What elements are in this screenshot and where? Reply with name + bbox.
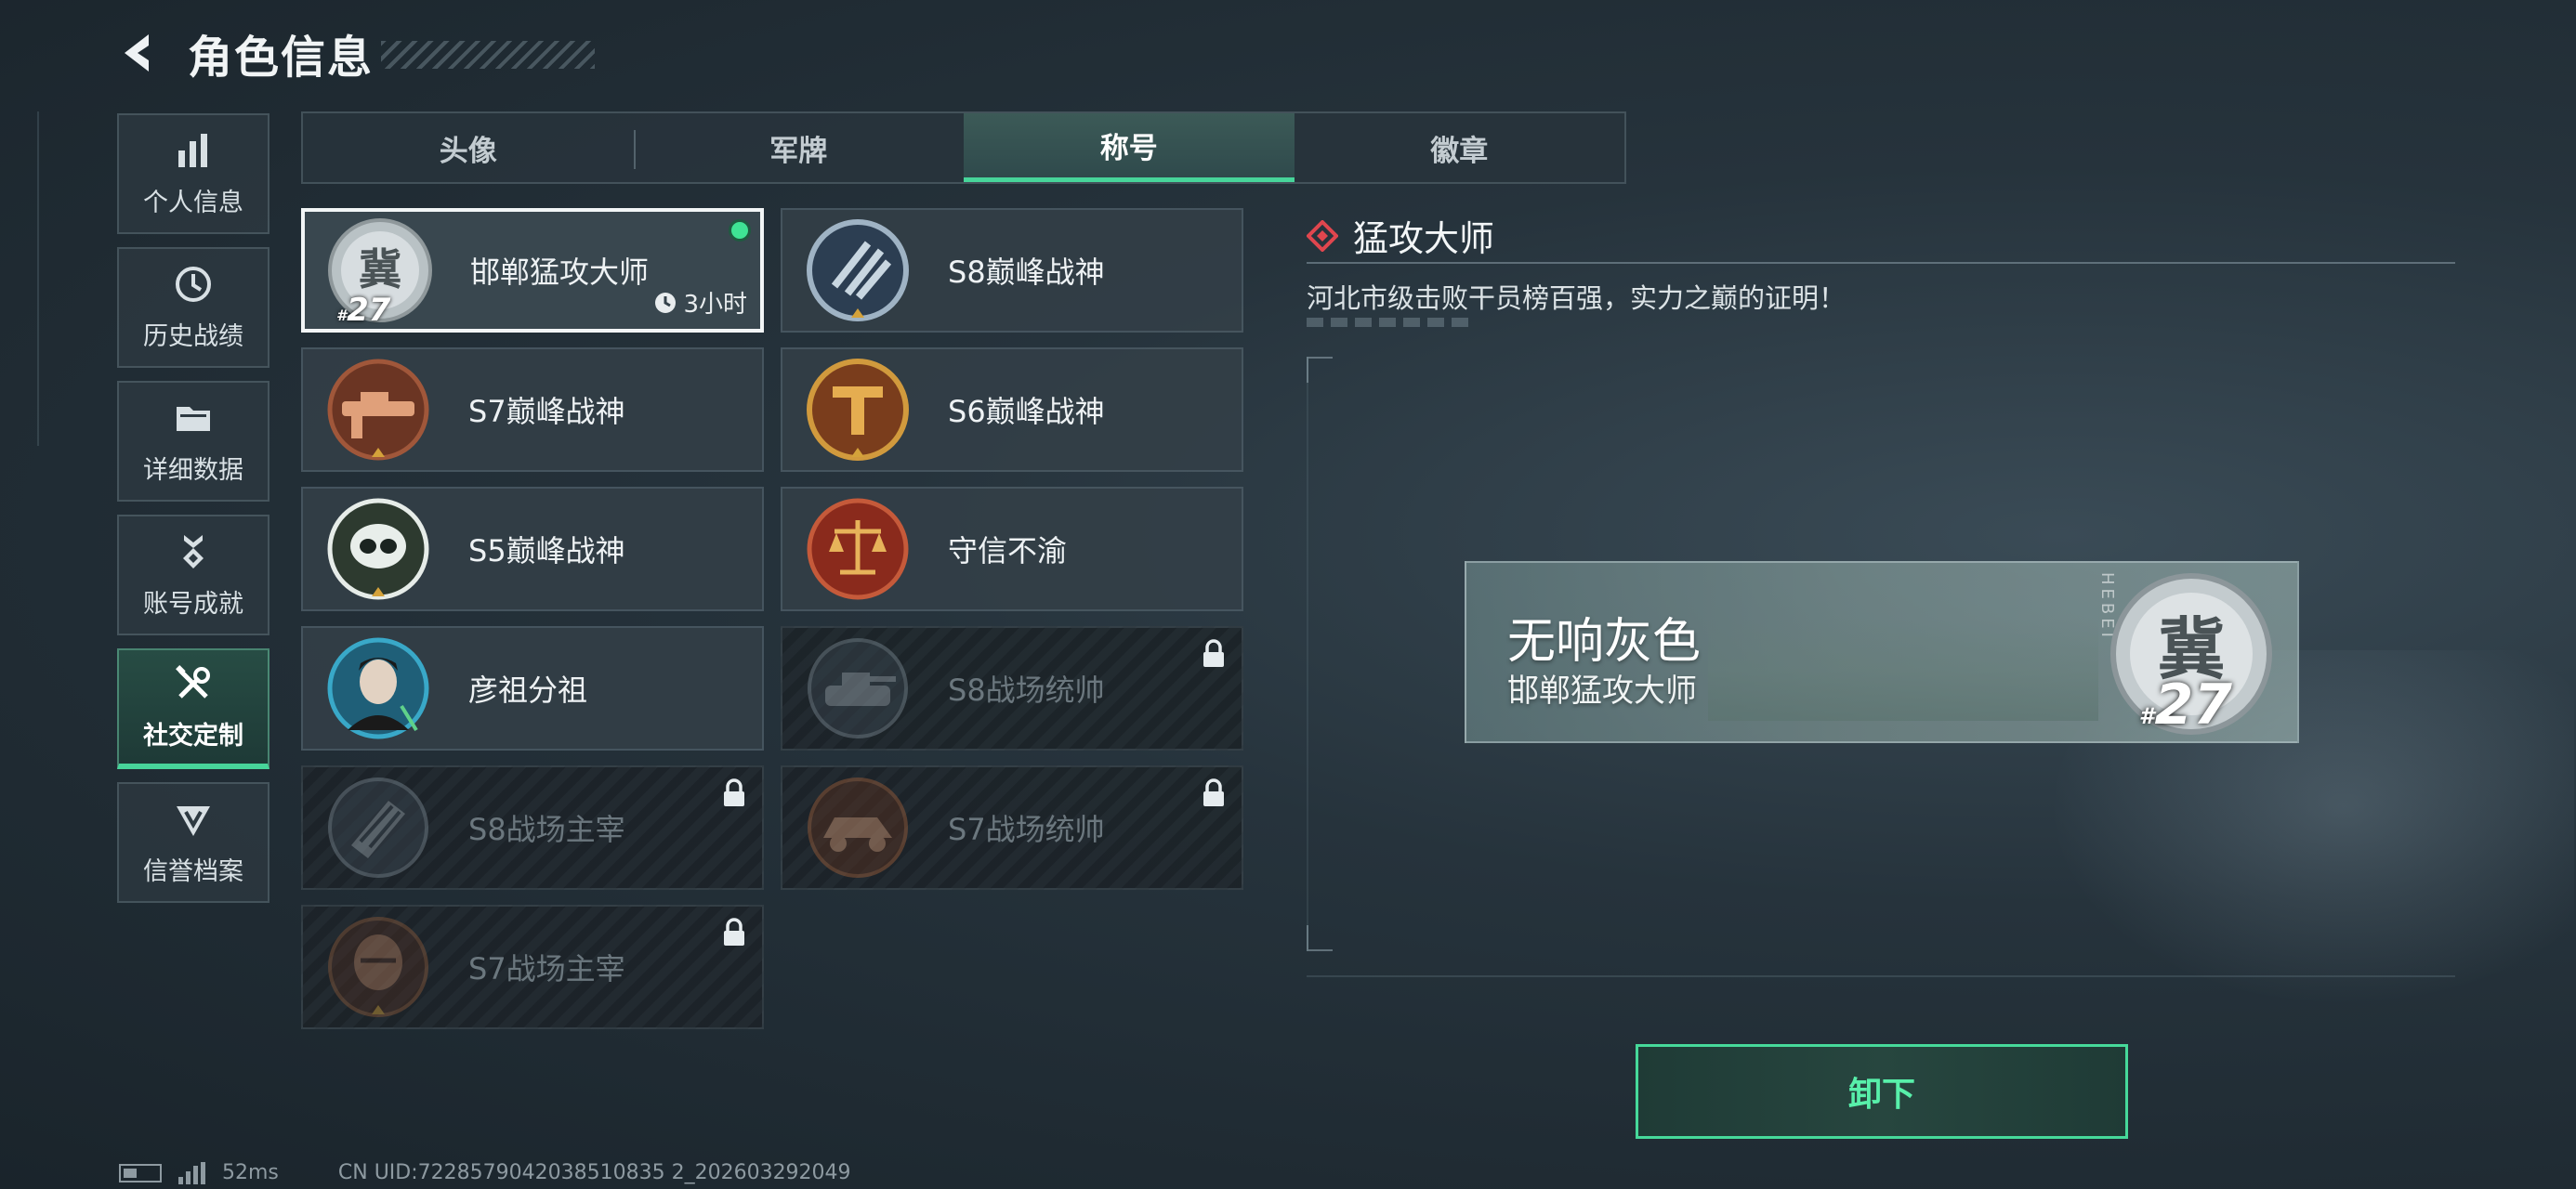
sidebar-item-detailed-data[interactable]: 详细数据 [117,381,269,502]
tank-emblem-icon [803,634,913,743]
title-name: S8战场统帅 [948,673,1105,708]
title-card[interactable]: 守信不渝 [781,487,1243,611]
sidebar-item-label: 详细数据 [143,455,243,485]
deco-line [1307,975,2455,977]
title-name: S7战场主宰 [468,951,625,986]
decoration-bar [1307,318,1474,327]
equipped-indicator [729,219,751,242]
bar-chart-icon [178,133,207,167]
sidebar-item-label: 个人信息 [143,188,243,217]
lock-icon [1203,778,1224,806]
unequip-button[interactable]: 卸下 [1636,1044,2128,1139]
tab-badge[interactable]: 徽章 [1295,113,1625,182]
category-tabs: 头像 军牌 称号 徽章 [301,111,1626,184]
armored-vehicle-emblem-icon [803,773,913,882]
warrior-emblem-icon [323,912,433,1022]
achievement-medal-icon [183,534,204,568]
title-card-locked[interactable]: S7战场主宰 [301,905,764,1029]
deco-line [37,111,39,446]
folder-icon [177,406,210,431]
battery-icon [119,1163,162,1182]
title-card[interactable]: S6巅峰战神 [781,347,1243,472]
sidebar: 个人信息 历史战绩 详细数据 账号成就 社交定制 信誉档案 [117,113,269,916]
portrait-emblem-icon [323,634,433,743]
frame-corner [1307,925,1333,951]
page-header: 角色信息 [112,20,374,85]
title-name: S8战场主宰 [468,812,625,847]
title-name: S5巅峰战神 [468,533,625,568]
nameplate-preview: HEBEI 无响灰色 邯郸猛攻大师 冀 #27 [1465,561,2299,743]
time-remaining: 3小时 [653,285,747,320]
lock-icon [724,918,744,946]
title-name: 彦祖分祖 [468,673,588,708]
back-button[interactable] [112,27,164,79]
title-name: S8巅峰战神 [948,255,1105,290]
sidebar-item-label: 信誉档案 [143,856,243,886]
hebei-emblem-icon: 冀 #27 [325,216,435,329]
signal-icon [178,1161,205,1184]
tab-dogtag[interactable]: 军牌 [633,113,965,182]
title-grid: 冀 #27 邯郸猛攻大师 3小时 S8巅峰战神 S7巅峰战神 S6巅峰战神 S5… [301,208,1243,1029]
title-card[interactable]: S7巅峰战神 [301,347,764,472]
back-arrow-icon [125,34,149,72]
clock-icon [655,292,677,313]
sidebar-item-label: 社交定制 [143,721,243,751]
title-card[interactable]: 彦祖分祖 [301,626,764,751]
scales-emblem-icon [803,494,913,604]
title-card[interactable]: S8巅峰战神 [781,208,1243,333]
sidebar-item-credit-record[interactable]: 信誉档案 [117,782,269,903]
lock-icon [1203,639,1224,667]
s6-peak-emblem-icon [803,355,913,464]
diamond-marker-icon [1307,219,1338,252]
nameplate-background-scene [1708,619,2098,721]
title-card-locked[interactable]: S7战场统帅 [781,765,1243,890]
tab-avatar[interactable]: 头像 [303,113,634,182]
player-name: 无响灰色 [1507,614,1702,670]
deco-line [1307,357,1308,951]
page-title: 角色信息 [188,32,375,84]
frame-corner [1307,357,1333,383]
detail-title: 猛攻大师 [1353,218,1495,259]
title-card[interactable]: 冀 #27 邯郸猛攻大师 3小时 [301,208,764,333]
wrench-screwdriver-icon [176,664,210,699]
sidebar-item-personal-info[interactable]: 个人信息 [117,113,269,234]
status-bar: 52ms CN UID:7228579042038510835 2_202603… [119,1161,851,1184]
s7-peak-emblem-icon [323,355,433,464]
credit-shield-icon [177,805,210,836]
rank-value: 27 [2154,673,2233,738]
emblem-glyph: 冀 [359,244,401,294]
nameplate-title: 邯郸猛攻大师 [1507,673,1697,710]
rocket-launcher-emblem-icon [323,773,433,882]
lock-icon [724,778,744,806]
sidebar-item-social-custom[interactable]: 社交定制 [117,648,269,769]
user-uid: CN UID:7228579042038510835 2_20260329204… [337,1161,851,1184]
ping-value: 52ms [222,1161,279,1184]
title-name: 守信不渝 [948,533,1068,568]
title-name: S7战场统帅 [948,812,1105,847]
divider [1307,262,2455,264]
history-clock-icon [176,266,211,302]
sidebar-item-label: 账号成就 [143,589,243,619]
nameplate-rank: #27 [2138,673,2233,738]
title-card-locked[interactable]: S8战场主宰 [301,765,764,890]
title-card-locked[interactable]: S8战场统帅 [781,626,1243,751]
tab-title[interactable]: 称号 [964,113,1295,182]
sidebar-item-label: 历史战绩 [143,321,243,351]
title-name: S7巅峰战神 [468,394,625,429]
rank-value: 27 [347,292,391,329]
rank-number: #27 [336,292,391,329]
title-name: S6巅峰战神 [948,394,1105,429]
sidebar-item-history[interactable]: 历史战绩 [117,247,269,368]
title-card[interactable]: S5巅峰战神 [301,487,764,611]
title-name: 邯郸猛攻大师 [470,255,650,290]
detail-header: 猛攻大师 [1307,210,1494,261]
timer-text: 3小时 [683,291,747,319]
detail-description: 河北市级击败干员榜百强，实力之巅的证明！ [1307,282,1847,314]
s5-peak-emblem-icon [323,494,433,604]
s8-peak-emblem-icon [803,216,913,325]
sidebar-item-achievements[interactable]: 账号成就 [117,515,269,635]
title-decoration [381,41,595,69]
